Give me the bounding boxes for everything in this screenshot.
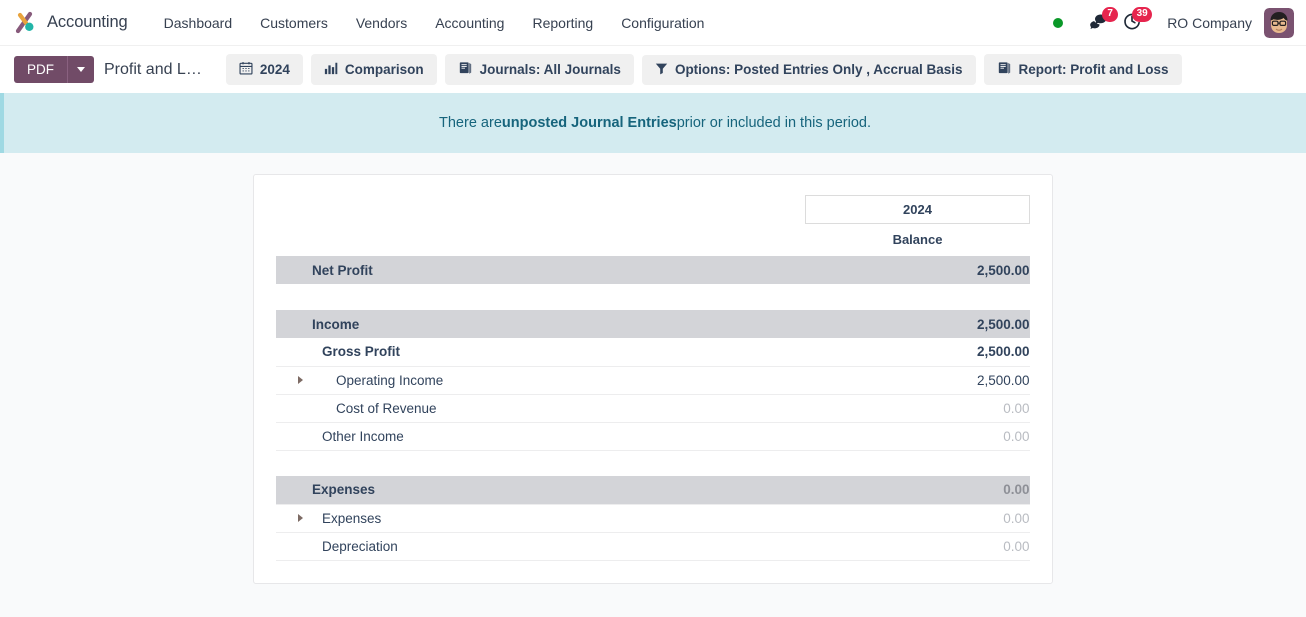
report-row-name-text: Income (312, 316, 360, 332)
menu-item-vendors[interactable]: Vendors (342, 9, 421, 37)
report-row[interactable]: Operating Income 2,500.00 (276, 365, 1030, 394)
report-row-name-text: Gross Profit (322, 344, 401, 360)
report-row[interactable]: Gross Profit 2,500.00 (276, 338, 1030, 366)
filter-comparison-button[interactable]: Comparison (310, 54, 437, 85)
filter-funnel-icon (655, 62, 668, 78)
report-row-label: Net Profit (276, 256, 806, 284)
filter-options-label: Options: Posted Entries Only , Accrual B… (674, 62, 963, 77)
main-menu: Dashboard Customers Vendors Accounting R… (150, 9, 719, 37)
filter-report-label: Report: Profit and Loss (1018, 62, 1169, 77)
report-row-label[interactable]: Expenses (276, 503, 806, 532)
report-row-spacer (276, 284, 1030, 310)
report-row-value: 2,500.00 (976, 344, 1030, 360)
alert-text-strong[interactable]: unposted Journal Entries (502, 115, 677, 131)
odoo-accounting-logo-icon (14, 11, 38, 35)
menu-item-configuration[interactable]: Configuration (607, 9, 718, 37)
pdf-export-dropdown-button[interactable] (67, 56, 94, 83)
report-period-header-row: 2024 (276, 195, 1030, 224)
report-row-label: Cost of Revenue (276, 393, 806, 422)
pdf-export-button[interactable]: PDF (14, 56, 67, 83)
report-row-label: Income (276, 310, 806, 338)
menu-item-dashboard[interactable]: Dashboard (150, 9, 247, 37)
header-spacer-cell (276, 196, 806, 224)
report-row-value: 0.00 (805, 476, 1030, 504)
report-row-value: 0.00 (805, 421, 1030, 451)
report-table-body: Net Profit 2,500.00 Income 2,500.00 Gross Pr… (276, 256, 1030, 561)
report-row-label: Gross Profit (276, 338, 806, 366)
expand-caret-right-icon[interactable] (298, 376, 303, 384)
report-row-name-text: Expenses (312, 482, 376, 498)
report-control-bar: PDF Profit and L… 2024 Comparison Journa… (0, 46, 1306, 93)
activities-count-badge: 39 (1132, 6, 1153, 22)
spacer-cell (276, 450, 806, 476)
spacer-cell (806, 284, 1030, 310)
navbar-systray: 7 39 RO Company (1053, 6, 1294, 40)
report-filters: 2024 Comparison Journals: All Journals O… (225, 54, 1182, 85)
profit-and-loss-report-card: 2024 Balance Net Profit 2,500.00 Income 2,5… (253, 174, 1053, 584)
report-row-value: 2,500.00 (805, 256, 1030, 284)
report-row[interactable]: Other Income 0.00 (276, 421, 1030, 451)
report-column-header-row: Balance (276, 224, 1030, 257)
alert-text-suffix: prior or included in this period. (676, 115, 871, 131)
report-area: 2024 Balance Net Profit 2,500.00 Income 2,5… (0, 153, 1306, 584)
filter-report-button[interactable]: Report: Profit and Loss (983, 54, 1182, 85)
profit-and-loss-table: 2024 Balance Net Profit 2,500.00 Income 2,5… (276, 195, 1030, 561)
book-icon (458, 61, 473, 78)
bar-chart-icon (324, 61, 338, 78)
messages-button[interactable]: 7 (1081, 6, 1119, 40)
report-row[interactable]: Income 2,500.00 (276, 310, 1030, 338)
report-row-name-text: Cost of Revenue (336, 400, 437, 416)
brand-home-link[interactable]: Accounting (14, 11, 128, 35)
top-navbar: Accounting Dashboard Customers Vendors A… (0, 0, 1306, 46)
expand-caret-right-icon[interactable] (298, 514, 303, 522)
report-row-name-text: Other Income (322, 428, 404, 444)
report-row-name-text: Operating Income (336, 372, 444, 388)
report-row[interactable]: Cost of Revenue 0.00 (276, 393, 1030, 422)
pdf-export-group: PDF (14, 56, 94, 83)
report-row-value: 2,500.00 (805, 310, 1030, 338)
balance-column-header: Balance (892, 232, 943, 247)
report-row-label[interactable]: Operating Income (276, 365, 806, 394)
filter-journals-label: Journals: All Journals (479, 62, 621, 77)
report-row-value: 0.00 (805, 503, 1030, 532)
company-switcher[interactable]: RO Company (1167, 15, 1252, 31)
menu-item-customers[interactable]: Customers (246, 9, 342, 37)
brand-name: Accounting (47, 13, 128, 31)
page-title: Profit and L… (104, 60, 202, 78)
filter-date-label: 2024 (259, 62, 290, 77)
report-row-value: 0.00 (805, 531, 1030, 561)
filter-journals-button[interactable]: Journals: All Journals (444, 54, 634, 85)
alert-text-prefix: There are (439, 115, 502, 131)
filter-date-button[interactable]: 2024 (225, 54, 303, 85)
menu-item-accounting[interactable]: Accounting (421, 9, 518, 37)
chevron-down-icon (77, 67, 85, 72)
report-row-label: Expenses (276, 476, 806, 504)
activities-button[interactable]: 39 (1115, 6, 1153, 40)
book-icon (997, 61, 1012, 78)
online-status-indicator-icon (1053, 17, 1064, 28)
report-row[interactable]: Expenses 0.00 (276, 503, 1030, 532)
filter-options-button[interactable]: Options: Posted Entries Only , Accrual B… (641, 54, 976, 85)
report-table-head: 2024 Balance (276, 195, 1030, 257)
report-row-label: Depreciation (276, 531, 806, 561)
user-avatar-icon[interactable] (1264, 7, 1294, 38)
menu-item-reporting[interactable]: Reporting (518, 9, 607, 37)
report-row-value: 2,500.00 (805, 365, 1030, 394)
report-row-spacer (276, 450, 1030, 476)
report-row-name-text: Depreciation (322, 538, 398, 554)
spacer-cell (276, 284, 806, 310)
report-row-value: 0.00 (805, 393, 1030, 422)
report-row[interactable]: Net Profit 2,500.00 (276, 256, 1030, 284)
report-row[interactable]: Expenses 0.00 (276, 476, 1030, 504)
calendar-icon (239, 61, 253, 78)
report-row-name-text: Expenses (322, 510, 382, 526)
spacer-cell (806, 450, 1030, 476)
report-row-label: Other Income (276, 421, 806, 451)
filter-comparison-label: Comparison (344, 62, 424, 77)
period-column-header[interactable]: 2024 (805, 195, 1030, 224)
report-row-name-text: Net Profit (312, 262, 373, 278)
report-row[interactable]: Depreciation 0.00 (276, 531, 1030, 561)
unposted-entries-alert: There are unposted Journal Entries prior… (0, 93, 1306, 153)
header-spacer-cell-2 (276, 224, 806, 257)
